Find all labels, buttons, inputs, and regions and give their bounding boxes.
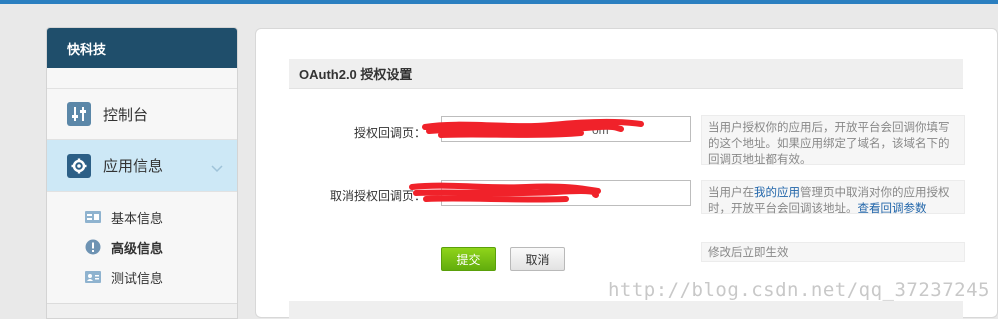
sidebar-item-label: 控制台 (103, 104, 148, 125)
sidebar-next-section (47, 303, 237, 318)
exclamation-icon (85, 239, 101, 255)
sub-item-label: 高级信息 (111, 238, 163, 257)
my-apps-link[interactable]: 我的应用 (754, 187, 800, 199)
person-card-icon (85, 269, 101, 285)
cancel-button[interactable]: 取消 (510, 247, 565, 271)
view-callback-params-link[interactable]: 查看回调参数 (858, 203, 927, 215)
sub-item-basic-info[interactable]: 基本信息 (47, 202, 237, 232)
cancel-callback-url-input[interactable] (441, 180, 691, 206)
sub-item-advanced-info[interactable]: 高级信息 (47, 232, 237, 262)
sub-item-test-info[interactable]: 测试信息 (47, 262, 237, 292)
sliders-icon (67, 102, 91, 126)
gear-icon (67, 154, 91, 178)
input-partial-text: om (592, 123, 609, 137)
apply-note: 修改后立即生效 (701, 242, 965, 262)
sub-menu: 基本信息 高级信息 测试信息 (47, 192, 237, 292)
sub-item-label: 测试信息 (111, 268, 163, 287)
cancel-callback-url-hint: 当用户在我的应用管理页中取消对你的应用授权时，开放平台会回调该地址。查看回调参数 (701, 180, 965, 214)
callback-url-hint: 当用户授权你的应用后，开放平台会回调你填写的这个地址。如果应用绑定了域名，该域名… (701, 115, 965, 165)
top-accent-bar (0, 0, 998, 4)
sidebar-item-console[interactable]: 控制台 (47, 88, 237, 140)
callback-url-label: 授权回调页： (266, 124, 426, 141)
cancel-callback-url-label: 取消授权回调页： (266, 187, 426, 204)
sidebar-item-label: 应用信息 (103, 155, 163, 176)
sidebar: 快科技 控制台 应用信息 (46, 27, 238, 319)
next-section-header (289, 301, 963, 319)
sidebar-item-app-info[interactable]: 应用信息 (47, 140, 237, 192)
sidebar-title: 快科技 (47, 28, 237, 68)
chevron-down-icon[interactable] (211, 160, 223, 177)
id-card-icon (85, 209, 101, 225)
section-title: OAuth2.0 授权设置 (289, 59, 963, 89)
callback-url-input[interactable] (441, 116, 691, 142)
submit-button[interactable]: 提交 (441, 247, 496, 271)
hint-text: 当用户在 (708, 187, 754, 199)
main-panel: OAuth2.0 授权设置 授权回调页： om 当用户授权你的应用后，开放平台会… (255, 28, 998, 318)
sub-item-label: 基本信息 (111, 208, 163, 227)
watermark-text: http://blog.csdn.net/qq_37237245 (608, 279, 990, 301)
